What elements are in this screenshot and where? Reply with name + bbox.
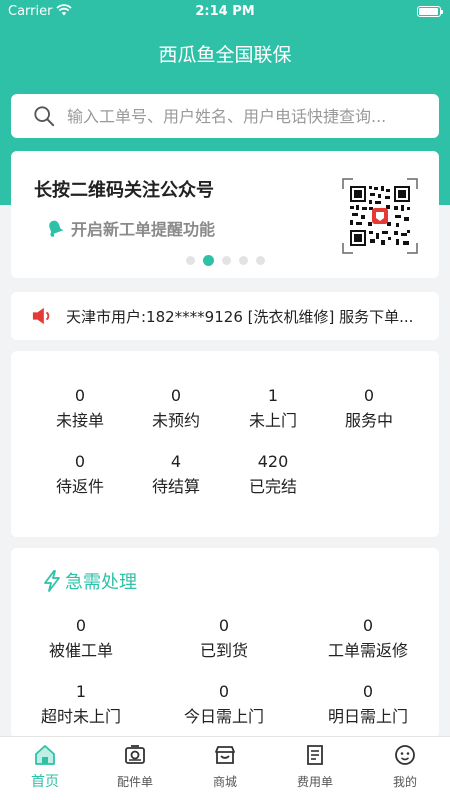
speaker-icon: [32, 307, 50, 325]
urgent-header: 急需处理: [41, 568, 137, 594]
stat-value: 0: [74, 386, 86, 405]
qr-banner[interactable]: 长按二维码关注公众号 开启新工单提醒功能: [11, 151, 439, 278]
battery-icon: [417, 6, 443, 17]
stat-label: 未预约: [151, 411, 200, 430]
stat-label: 待返件: [55, 477, 104, 496]
carousel-dot[interactable]: [256, 256, 265, 265]
tab-label: 配件单: [116, 775, 153, 789]
home-icon: [35, 745, 55, 765]
tab-label: 费用单: [296, 775, 333, 789]
stat-value: 0: [170, 386, 182, 405]
urgent-item-urged[interactable]: 0 被催工单: [21, 616, 141, 661]
lightning-icon: [44, 570, 60, 592]
tab-label: 我的: [392, 775, 417, 789]
urgent-item-today[interactable]: 0 今日需上门: [164, 682, 284, 727]
carousel-dot[interactable]: [186, 256, 195, 265]
urgent-item-tomorrow[interactable]: 0 明日需上门: [308, 682, 428, 727]
urgent-label: 被催工单: [48, 641, 113, 660]
notice-bar[interactable]: 天津市用户:182****9126 [洗衣机维修] 服务下单...: [11, 292, 439, 340]
banner-title: 长按二维码关注公众号: [34, 180, 214, 201]
banner-subtitle: 开启新工单提醒功能: [71, 220, 216, 239]
profile-icon: [395, 745, 415, 765]
tab-home[interactable]: 首页: [0, 743, 90, 791]
notice-text: 天津市用户:182****9126 [洗衣机维修] 服务下单...: [66, 308, 414, 326]
stat-value: 420: [257, 452, 289, 471]
status-bar: Carrier 2:14 PM: [0, 0, 450, 24]
carousel-dot-active[interactable]: [203, 255, 214, 266]
stat-label: 待结算: [151, 477, 200, 496]
stat-pending-return[interactable]: 0 待返件: [35, 452, 125, 497]
urgent-card: 急需处理 0 被催工单 0 已到货 0 工单需返修 1 超时未上门 0 今日需上…: [11, 548, 439, 738]
urgent-value: 0: [218, 616, 230, 635]
bottom-tab-bar: 首页 配件单 商城 费用单 我的: [0, 736, 450, 800]
stat-completed[interactable]: 420 已完结: [228, 452, 318, 497]
urgent-label: 已到货: [199, 641, 248, 660]
store-icon: [215, 746, 235, 764]
tab-bills[interactable]: 费用单: [270, 743, 360, 790]
stat-not-visited[interactable]: 1 未上门: [228, 386, 318, 431]
banner-subtitle-row: 开启新工单提醒功能: [45, 216, 215, 240]
bill-icon: [307, 745, 323, 765]
tab-profile[interactable]: 我的: [360, 743, 450, 790]
urgent-label: 工单需返修: [327, 641, 408, 660]
qr-code-icon: [342, 178, 418, 254]
tab-label: 商城: [212, 775, 237, 789]
search-input[interactable]: [67, 102, 427, 130]
stat-value: 4: [170, 452, 182, 471]
urgent-value: 0: [362, 682, 374, 701]
urgent-value: 1: [75, 682, 87, 701]
urgent-label: 明日需上门: [327, 707, 408, 726]
carousel-dot[interactable]: [222, 256, 231, 265]
urgent-value: 0: [75, 616, 87, 635]
urgent-title: 急需处理: [65, 572, 137, 593]
urgent-item-overdue[interactable]: 1 超时未上门: [21, 682, 141, 727]
stat-pending-settlement[interactable]: 4 待结算: [131, 452, 221, 497]
urgent-value: 0: [218, 682, 230, 701]
tab-label: 首页: [31, 774, 59, 790]
clock: 2:14 PM: [195, 4, 255, 19]
stat-unaccepted[interactable]: 0 未接单: [35, 386, 125, 431]
urgent-item-rework[interactable]: 0 工单需返修: [308, 616, 428, 661]
carousel-dot[interactable]: [239, 256, 248, 265]
urgent-label: 今日需上门: [183, 707, 264, 726]
urgent-label: 超时未上门: [40, 707, 121, 726]
stat-label: 服务中: [344, 411, 393, 430]
carousel-dots[interactable]: [186, 255, 265, 266]
urgent-item-arrived[interactable]: 0 已到货: [164, 616, 284, 661]
page-title: 西瓜鱼全国联保: [158, 44, 292, 66]
stat-value: 1: [267, 386, 279, 405]
stat-label: 已完结: [248, 477, 297, 496]
stat-value: 0: [363, 386, 375, 405]
stat-label: 未接单: [55, 411, 104, 430]
search-bar[interactable]: [11, 94, 439, 138]
stat-label: 未上门: [248, 411, 297, 430]
order-stats-card: 0 未接单 0 未预约 1 未上门 0 服务中 0 待返件 4 待结算 420 …: [11, 351, 439, 537]
urgent-value: 0: [362, 616, 374, 635]
search-icon: [34, 106, 55, 127]
parts-icon: [125, 745, 145, 764]
stat-value: 0: [74, 452, 86, 471]
stat-unscheduled[interactable]: 0 未预约: [131, 386, 221, 431]
tab-parts[interactable]: 配件单: [90, 743, 180, 790]
bell-icon: [49, 220, 64, 237]
stat-in-service[interactable]: 0 服务中: [324, 386, 414, 431]
tab-store[interactable]: 商城: [180, 743, 270, 790]
